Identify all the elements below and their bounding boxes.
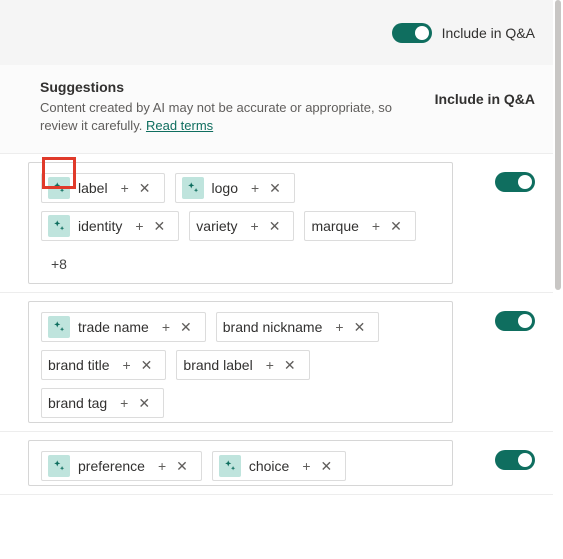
chip-remove-button[interactable]: ✕ xyxy=(171,459,193,473)
chip-remove-button[interactable]: ✕ xyxy=(149,219,171,233)
chip-add-button[interactable]: + xyxy=(246,181,264,195)
chip-add-button[interactable]: + xyxy=(246,219,264,233)
synonym-chip: trade name +✕ xyxy=(41,312,206,342)
chip-add-button[interactable]: + xyxy=(115,396,133,410)
toggle-knob xyxy=(518,175,532,189)
read-terms-link[interactable]: Read terms xyxy=(146,118,213,133)
chip-remove-button[interactable]: ✕ xyxy=(385,219,407,233)
sparkle-icon xyxy=(223,459,237,473)
chip-remove-button[interactable]: ✕ xyxy=(133,396,155,410)
row-toggle-column xyxy=(495,162,535,192)
chip-add-button[interactable]: + xyxy=(330,320,348,334)
chip-add-button[interactable]: + xyxy=(117,358,135,372)
chip-add-button[interactable]: + xyxy=(367,219,385,233)
chip-label: brand title xyxy=(48,357,109,373)
ai-badge xyxy=(48,215,70,237)
chip-label: variety xyxy=(196,218,237,234)
sparkle-icon xyxy=(52,320,66,334)
chip-remove-button[interactable]: ✕ xyxy=(279,358,301,372)
chip-container: preference+✕choice+✕ xyxy=(28,440,453,486)
toggle-knob xyxy=(415,26,429,40)
ai-badge xyxy=(219,455,241,477)
suggestions-description: Content created by AI may not be accurat… xyxy=(40,99,411,135)
chip-container: label+✕logo+✕identity+✕variety+✕marque+✕… xyxy=(28,162,453,284)
group-include-toggle[interactable] xyxy=(495,172,535,192)
chip-remove-button[interactable]: ✕ xyxy=(136,358,158,372)
suggestions-header: Suggestions Content created by AI may no… xyxy=(0,65,563,154)
chip-label: choice xyxy=(249,458,289,474)
chip-remove-button[interactable]: ✕ xyxy=(349,320,371,334)
group-include-toggle[interactable] xyxy=(495,450,535,470)
chip-remove-button[interactable]: ✕ xyxy=(264,219,286,233)
group-row: label+✕logo+✕identity+✕variety+✕marque+✕… xyxy=(0,154,563,293)
scrollbar-thumb[interactable] xyxy=(555,0,561,290)
chip-label: brand tag xyxy=(48,395,107,411)
sparkle-icon xyxy=(186,181,200,195)
toggle-knob xyxy=(518,314,532,328)
more-chip[interactable]: +8 xyxy=(41,249,77,279)
chip-add-button[interactable]: + xyxy=(297,459,315,473)
toggle-knob xyxy=(518,453,532,467)
groups-container: label+✕logo+✕identity+✕variety+✕marque+✕… xyxy=(0,154,563,495)
synonym-chip: choice +✕ xyxy=(212,451,346,481)
chip-remove-button[interactable]: ✕ xyxy=(316,459,338,473)
synonym-chip: preference +✕ xyxy=(41,451,202,481)
ai-badge xyxy=(48,177,70,199)
suggestions-info: Suggestions Content created by AI may no… xyxy=(40,79,435,135)
row-toggle-column xyxy=(495,301,535,331)
synonym-chip: brand nickname +✕ xyxy=(216,312,380,342)
chip-add-button[interactable]: + xyxy=(261,358,279,372)
group-row: trade name+✕brand nickname+✕brand title+… xyxy=(0,293,563,432)
ai-badge xyxy=(48,316,70,338)
synonym-chip: label +✕ xyxy=(41,173,165,203)
chip-add-button[interactable]: + xyxy=(116,181,134,195)
group-include-toggle[interactable] xyxy=(495,311,535,331)
synonym-chip: brand title +✕ xyxy=(41,350,166,380)
global-include-label: Include in Q&A xyxy=(442,25,535,41)
chip-remove-button[interactable]: ✕ xyxy=(134,181,156,195)
synonym-chip: marque +✕ xyxy=(304,211,415,241)
synonym-chip: variety +✕ xyxy=(189,211,294,241)
suggestions-description-text: Content created by AI may not be accurat… xyxy=(40,100,392,133)
global-include-control: Include in Q&A xyxy=(392,23,535,43)
synonym-chip: logo +✕ xyxy=(175,173,295,203)
row-toggle-column xyxy=(495,440,535,470)
top-band: Include in Q&A xyxy=(0,0,563,65)
synonym-chip: identity +✕ xyxy=(41,211,179,241)
chip-label: brand label xyxy=(183,357,252,373)
chip-label: identity xyxy=(78,218,122,234)
chip-remove-button[interactable]: ✕ xyxy=(175,320,197,334)
chip-label: preference xyxy=(78,458,145,474)
chip-label: logo xyxy=(212,180,238,196)
group-row: preference+✕choice+✕ xyxy=(0,432,563,495)
viewport: Include in Q&A Suggestions Content creat… xyxy=(0,0,563,559)
synonym-chip: brand tag +✕ xyxy=(41,388,164,418)
chip-label: brand nickname xyxy=(223,319,323,335)
global-include-toggle[interactable] xyxy=(392,23,432,43)
chip-add-button[interactable]: + xyxy=(130,219,148,233)
sparkle-icon xyxy=(52,219,66,233)
include-column-label: Include in Q&A xyxy=(435,79,535,135)
chip-add-button[interactable]: + xyxy=(157,320,175,334)
suggestions-title: Suggestions xyxy=(40,79,411,95)
chip-label: marque xyxy=(311,218,358,234)
chip-add-button[interactable]: + xyxy=(153,459,171,473)
chip-label: trade name xyxy=(78,319,149,335)
chip-remove-button[interactable]: ✕ xyxy=(264,181,286,195)
scrollbar-track[interactable] xyxy=(553,0,563,559)
chip-label: label xyxy=(78,180,108,196)
sparkle-icon xyxy=(52,459,66,473)
sparkle-icon xyxy=(52,181,66,195)
ai-badge xyxy=(182,177,204,199)
chip-container: trade name+✕brand nickname+✕brand title+… xyxy=(28,301,453,423)
synonym-chip: brand label +✕ xyxy=(176,350,309,380)
ai-badge xyxy=(48,455,70,477)
